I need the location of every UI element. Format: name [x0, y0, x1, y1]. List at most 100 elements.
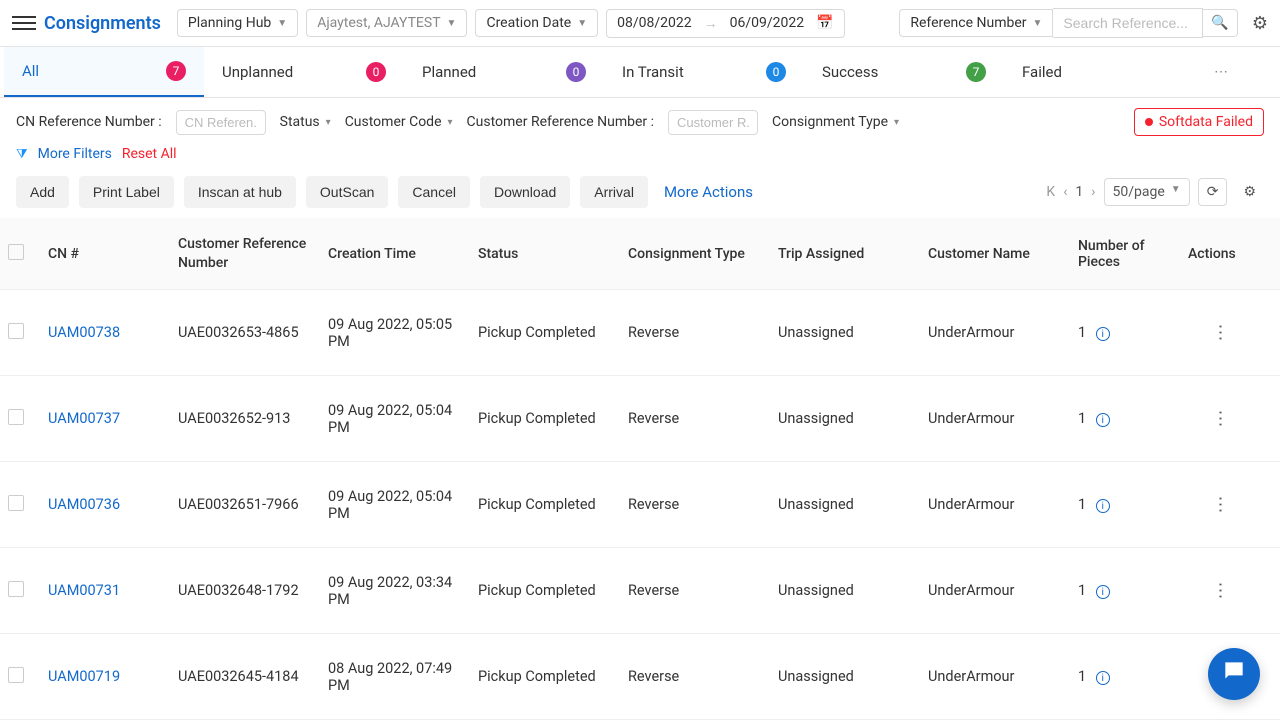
outscan-button[interactable]: OutScan [306, 176, 388, 208]
cell-time: 08 Aug 2022, 07:49 PM [320, 650, 470, 704]
first-page-icon[interactable]: K [1046, 184, 1055, 200]
more-actions-link[interactable]: More Actions [664, 183, 753, 201]
chevron-down-icon: ▼ [1033, 18, 1043, 29]
cell-customer: UnderArmour [920, 572, 1070, 609]
row-checkbox[interactable] [8, 667, 24, 683]
cell-customer: UnderArmour [920, 486, 1070, 523]
tab-label: Success [822, 63, 878, 81]
more-vert-icon: ⋯ [1210, 496, 1231, 514]
cell-time: 09 Aug 2022, 05:04 PM [320, 392, 470, 446]
cancel-button[interactable]: Cancel [398, 176, 470, 208]
tab-unplanned[interactable]: Unplanned0 [204, 48, 404, 96]
menu-icon[interactable] [12, 11, 36, 35]
tab-planned[interactable]: Planned0 [404, 48, 604, 96]
search-icon: 🔍 [1211, 15, 1228, 31]
cell-pieces: 1 i [1070, 314, 1180, 352]
select-all-checkbox[interactable] [8, 244, 24, 260]
chat-icon [1221, 658, 1247, 690]
settings-icon[interactable]: ⚙ [1252, 13, 1268, 34]
date-type-dropdown[interactable]: Creation Date ▼ [475, 9, 598, 37]
search-type-dropdown[interactable]: Reference Number ▼ [899, 9, 1053, 37]
table-row: UAM00738UAE0032653-486509 Aug 2022, 05:0… [0, 290, 1280, 376]
row-actions-menu[interactable]: ⋯ [1180, 570, 1260, 611]
status-filter-dropdown[interactable]: Status ▾ [280, 114, 331, 130]
search-input[interactable] [1053, 8, 1203, 38]
filter-icon: ⧩ [16, 147, 28, 162]
cell-status: Pickup Completed [470, 572, 620, 609]
cust-ref-input[interactable] [668, 110, 758, 135]
cn-link[interactable]: UAM00736 [48, 496, 120, 513]
status-filter-label: Status [280, 114, 320, 130]
consignment-type-dropdown[interactable]: Consignment Type ▾ [772, 114, 899, 130]
chat-fab[interactable] [1208, 648, 1260, 700]
cn-link[interactable]: UAM00737 [48, 410, 120, 427]
table-settings-button[interactable]: ⚙ [1235, 179, 1264, 205]
softdata-failed-button[interactable]: Softdata Failed [1134, 108, 1264, 136]
add-button[interactable]: Add [16, 176, 69, 208]
cn-link[interactable]: UAM00738 [48, 324, 120, 341]
arrival-button[interactable]: Arrival [580, 176, 648, 208]
cell-type: Reverse [620, 572, 770, 609]
next-page-icon[interactable]: › [1091, 184, 1095, 200]
info-icon[interactable]: i [1096, 413, 1110, 427]
cell-trip: Unassigned [770, 486, 920, 523]
cn-link[interactable]: UAM00719 [48, 668, 120, 685]
customer-code-dropdown[interactable]: Customer Code ▾ [345, 114, 453, 130]
cust-ref-label: Customer Reference Number : [467, 114, 654, 130]
row-actions-menu[interactable]: ⋯ [1180, 312, 1260, 353]
refresh-button[interactable]: ⟳ [1198, 178, 1228, 206]
tab-success[interactable]: Success7 [804, 48, 1004, 96]
col-pieces: Number of Pieces [1070, 228, 1180, 280]
page-number: 1 [1075, 184, 1083, 200]
cell-pieces: 1 i [1070, 400, 1180, 438]
table-row: UAM00719UAE0032645-418408 Aug 2022, 07:4… [0, 634, 1280, 720]
cn-ref-label: CN Reference Number : [16, 114, 162, 130]
table-row: UAM00737UAE0032652-91309 Aug 2022, 05:04… [0, 376, 1280, 462]
reset-all-link[interactable]: Reset All [122, 146, 177, 162]
cell-type: Reverse [620, 486, 770, 523]
table-row: UAM00736UAE0032651-796609 Aug 2022, 05:0… [0, 462, 1280, 548]
info-icon[interactable]: i [1096, 671, 1110, 685]
info-icon[interactable]: i [1096, 327, 1110, 341]
search-button[interactable]: 🔍 [1203, 9, 1237, 37]
tab-failed[interactable]: Failed [1004, 49, 1204, 95]
cell-trip: Unassigned [770, 400, 920, 437]
cell-type: Reverse [620, 658, 770, 695]
more-filters-link[interactable]: More Filters [38, 146, 112, 162]
inscan-button[interactable]: Inscan at hub [184, 176, 296, 208]
row-checkbox[interactable] [8, 409, 24, 425]
tab-in-transit[interactable]: In Transit0 [604, 48, 804, 96]
row-actions-menu[interactable]: ⋯ [1180, 484, 1260, 525]
date-range-picker[interactable]: 08/08/2022 → 06/09/2022 📅 [606, 9, 844, 38]
more-vert-icon: ⋯ [1210, 582, 1231, 600]
prev-page-icon[interactable]: ‹ [1063, 184, 1067, 200]
cell-status: Pickup Completed [470, 658, 620, 695]
row-actions-menu[interactable]: ⋯ [1180, 398, 1260, 439]
print-label-button[interactable]: Print Label [79, 176, 174, 208]
col-actions: Actions [1180, 236, 1260, 272]
info-icon[interactable]: i [1096, 585, 1110, 599]
row-checkbox[interactable] [8, 581, 24, 597]
more-vert-icon: ⋯ [1210, 410, 1231, 428]
download-button[interactable]: Download [480, 176, 570, 208]
row-checkbox[interactable] [8, 495, 24, 511]
cell-cust-ref: UAE0032648-1792 [170, 572, 320, 609]
info-icon[interactable]: i [1096, 499, 1110, 513]
hub-select-dropdown[interactable]: Ajaytest, AJAYTEST ▼ [306, 9, 467, 37]
col-trip: Trip Assigned [770, 236, 920, 272]
cell-status: Pickup Completed [470, 400, 620, 437]
cn-link[interactable]: UAM00731 [48, 582, 120, 599]
page-size-dropdown[interactable]: 50/page ▼ [1104, 178, 1190, 206]
cell-pieces: 1 i [1070, 572, 1180, 610]
cell-type: Reverse [620, 400, 770, 437]
planning-hub-dropdown[interactable]: Planning Hub ▼ [177, 9, 298, 37]
tabs-more-icon[interactable]: ⋯ [1204, 50, 1238, 94]
cn-ref-input[interactable] [176, 110, 266, 135]
cell-trip: Unassigned [770, 572, 920, 609]
hub-select-value: Ajaytest, AJAYTEST [317, 15, 440, 31]
tab-all[interactable]: All7 [4, 47, 204, 97]
row-checkbox[interactable] [8, 323, 24, 339]
tab-count-badge: 0 [366, 62, 386, 82]
chevron-down-icon: ▼ [447, 18, 457, 29]
date-from: 08/08/2022 [617, 15, 692, 31]
